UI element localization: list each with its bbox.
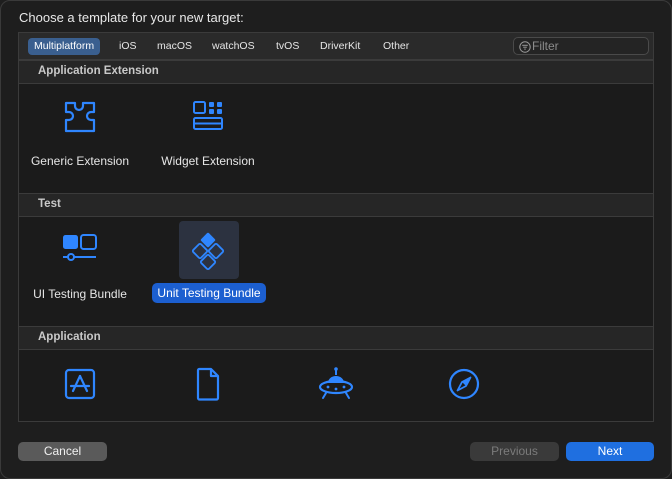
filter-icon xyxy=(519,40,531,58)
section-title: Application Extension xyxy=(38,65,159,77)
puzzle-piece-icon xyxy=(21,99,139,135)
section-title: Test xyxy=(38,198,61,210)
safari-compass-icon xyxy=(405,366,523,402)
template-application-3[interactable] xyxy=(277,350,395,420)
template-label: UI Testing Bundle xyxy=(33,287,127,301)
tab-ios[interactable]: iOS xyxy=(113,38,143,55)
filter-field[interactable] xyxy=(513,37,649,55)
template-application-4[interactable] xyxy=(405,350,523,420)
template-label: Generic Extension xyxy=(30,154,130,168)
template-panel: Multiplatform iOS macOS watchOS tvOS Dri… xyxy=(18,32,654,422)
template-application-1[interactable] xyxy=(21,350,139,420)
tab-macos[interactable]: macOS xyxy=(151,38,198,55)
tab-watchos[interactable]: watchOS xyxy=(206,38,261,55)
cancel-button[interactable]: Cancel xyxy=(18,442,107,461)
widget-grid-icon xyxy=(149,98,267,134)
template-label: Widget Extension xyxy=(161,154,255,168)
section-title: Application xyxy=(38,331,101,343)
ui-testing-icon xyxy=(21,232,139,264)
template-ui-testing-bundle[interactable]: UI Testing Bundle xyxy=(21,217,139,327)
template-generic-extension[interactable]: Generic Extension xyxy=(21,84,139,194)
tab-multiplatform[interactable]: Multiplatform xyxy=(28,38,101,55)
filter-input[interactable] xyxy=(532,39,642,53)
ufo-icon xyxy=(277,366,395,402)
next-button[interactable]: Next xyxy=(566,442,654,461)
app-store-icon xyxy=(21,366,139,402)
tab-tvos[interactable]: tvOS xyxy=(270,38,305,55)
previous-button[interactable]: Previous xyxy=(470,442,559,461)
section-header-application: Application xyxy=(19,326,653,350)
section-header-test: Test xyxy=(19,193,653,217)
section-header-application-extension: Application Extension xyxy=(19,60,653,84)
template-widget-extension[interactable]: Widget Extension xyxy=(149,84,267,194)
tab-driverkit[interactable]: DriverKit xyxy=(314,38,366,55)
tab-other[interactable]: Other xyxy=(377,38,415,55)
new-target-dialog: Choose a template for your new target: M… xyxy=(0,0,672,479)
template-unit-testing-bundle[interactable]: Unit Testing Bundle xyxy=(149,217,267,327)
platform-tab-bar: Multiplatform iOS macOS watchOS tvOS Dri… xyxy=(19,33,653,60)
unit-testing-diamond-icon xyxy=(149,231,267,271)
template-application-2[interactable] xyxy=(149,350,267,420)
template-label-selected: Unit Testing Bundle xyxy=(152,283,266,303)
dialog-heading: Choose a template for your new target: xyxy=(19,10,244,25)
document-icon xyxy=(149,366,267,402)
